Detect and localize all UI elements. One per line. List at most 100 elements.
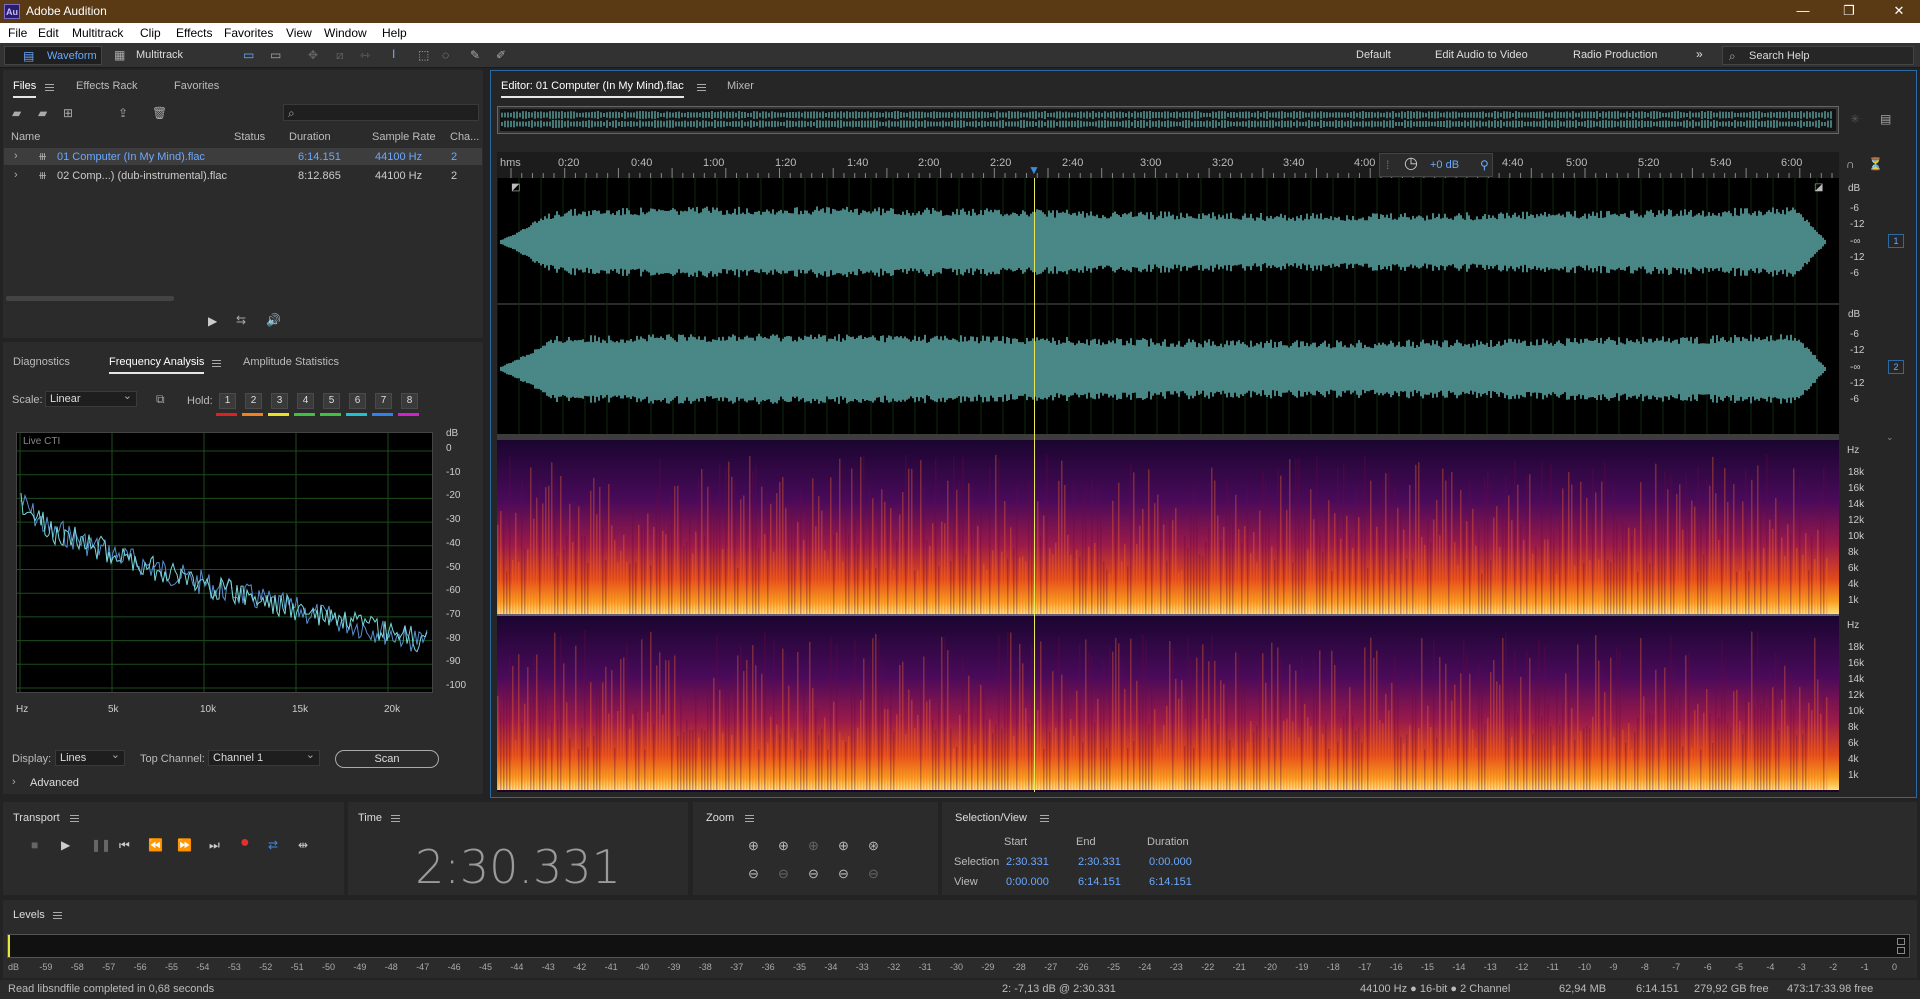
zoom-in-time-icon[interactable]: ⊕ [778,838,789,854]
zoom-out-point-icon[interactable]: ⊖ [868,866,879,882]
move-tool-icon[interactable]: ✥ [308,48,318,62]
waveform-view-button[interactable]: ▤ Waveform [4,46,102,65]
brush-tool-icon[interactable]: ✎ [470,48,480,62]
transport-menu-icon[interactable] [70,815,79,822]
selection-view-menu-icon[interactable] [1040,815,1049,822]
channel-1-toggle[interactable]: 1 [1888,234,1904,248]
hud-volume-value[interactable]: +0 dB [1430,159,1459,171]
levels-menu-icon[interactable] [53,912,62,919]
hold-button-2[interactable]: 2 [245,393,262,409]
new-file-icon[interactable]: ⊞ [63,106,73,120]
rewind-icon[interactable]: ⏪ [148,838,163,852]
hold-button-3[interactable]: 3 [271,393,288,409]
razor-tool-icon[interactable]: ⧄ [336,48,344,62]
snap-icon[interactable]: ∩ [1846,157,1855,171]
close-icon[interactable]: ✕ [1884,3,1914,19]
marquee-tool-icon[interactable]: ⬚ [418,48,429,62]
advanced-toggle[interactable]: Advanced [30,777,79,789]
tab-favorites[interactable]: Favorites [174,80,219,92]
zoom-out-selection-icon[interactable]: ⊖ [778,866,789,882]
zoom-in-point-icon[interactable]: ⊕ [838,838,849,854]
advanced-chevron-icon[interactable]: › [12,776,16,788]
hold-button-6[interactable]: 6 [349,393,366,409]
spectral-frequency-icon[interactable]: ▭ [243,48,254,62]
more-workspaces-icon[interactable]: » [1696,47,1703,61]
files-search-input[interactable]: ⌕ [283,104,479,121]
column-duration[interactable]: Duration [289,131,331,143]
auto-play-icon[interactable]: 🔊 [266,313,281,327]
skip-selection-icon[interactable]: ⇹ [298,838,308,852]
analysis-panel-menu-icon[interactable] [212,360,221,367]
hold-button-1[interactable]: 1 [219,393,236,409]
import-file-icon[interactable]: ▰ [38,106,47,120]
view-duration[interactable]: 6:14.151 [1149,876,1192,888]
workspace-edit-audio-to-video[interactable]: Edit Audio to Video [1435,49,1528,61]
menu-help[interactable]: Help [382,26,407,40]
divider-chevron-icon[interactable]: ⌄ [1886,430,1894,444]
open-file-icon[interactable]: ▰ [12,106,21,120]
time-selection-tool-icon[interactable]: I [392,47,395,61]
spectral-pitch-icon[interactable]: ▭ [270,48,281,62]
expand-chevron-icon[interactable]: › [14,169,18,181]
waveform-display[interactable] [497,178,1839,434]
top-channel-dropdown[interactable]: Channel 1 [208,750,320,766]
tab-editor[interactable]: Editor: 01 Computer (In My Mind).flac [501,80,684,92]
hold-button-5[interactable]: 5 [323,393,340,409]
tab-diagnostics[interactable]: Diagnostics [13,356,70,368]
restore-icon[interactable]: ❐ [1834,3,1864,19]
expand-chevron-icon[interactable]: › [14,150,18,162]
pause-icon[interactable]: ❚❚ [91,838,111,852]
marker-icon[interactable]: ⏳ [1868,157,1883,171]
slip-tool-icon[interactable]: ⇿ [360,48,370,62]
menu-effects[interactable]: Effects [176,26,212,40]
zoom-menu-icon[interactable] [745,815,754,822]
menu-clip[interactable]: Clip [140,26,161,40]
hold-button-7[interactable]: 7 [375,393,392,409]
tab-frequency-analysis[interactable]: Frequency Analysis [109,356,204,368]
tab-files[interactable]: Files [13,80,36,92]
minimize-icon[interactable]: — [1788,3,1818,18]
menu-multitrack[interactable]: Multitrack [72,26,123,40]
zoom-out-full-icon[interactable]: ⊖ [838,866,849,882]
column-channels[interactable]: Cha... [450,131,479,143]
zoom-reset-time-icon[interactable]: ⊛ [868,838,879,854]
selection-duration[interactable]: 0:00.000 [1149,856,1192,868]
delete-file-icon[interactable]: 🗑 [152,106,167,120]
menu-favorites[interactable]: Favorites [224,26,273,40]
column-name[interactable]: Name [11,131,40,143]
insert-into-multitrack-icon[interactable]: ⇪ [118,106,128,120]
workspace-radio-production[interactable]: Radio Production [1573,49,1657,61]
view-end[interactable]: 6:14.151 [1078,876,1121,888]
loop-preview-icon[interactable]: ⇆ [236,313,246,327]
play-preview-icon[interactable]: ▶ [208,314,217,328]
record-icon[interactable]: ● [240,836,250,850]
menu-window[interactable]: Window [324,26,367,40]
play-icon[interactable]: ▶ [61,838,70,852]
channel-2-toggle[interactable]: 2 [1888,360,1904,374]
overview-navigator[interactable] [497,106,1839,134]
menu-file[interactable]: File [8,26,27,40]
zoom-reset-icon[interactable]: ✳ [1850,112,1860,126]
files-scrollbar[interactable] [6,296,174,301]
column-sample-rate[interactable]: Sample Rate [372,131,436,143]
zoom-out-time-icon[interactable]: ⊖ [808,866,819,882]
overview-menu-icon[interactable]: ▤ [1880,112,1891,126]
move-to-next-icon[interactable]: ⏭ [209,838,220,852]
clip-fade-icon[interactable]: ◪ [1814,181,1823,195]
file-name[interactable]: 02 Comp...) (dub-instrumental).flac [57,170,227,182]
view-start[interactable]: 0:00.000 [1006,876,1049,888]
column-status[interactable]: Status [234,131,265,143]
multitrack-view-button[interactable]: ▦ Multitrack [108,46,206,65]
move-to-previous-icon[interactable]: ⏮ [119,838,130,852]
display-dropdown[interactable]: Lines [55,750,125,766]
editor-panel-menu-icon[interactable] [697,84,706,91]
tab-effects-rack[interactable]: Effects Rack [76,80,138,92]
files-panel-menu-icon[interactable] [45,84,54,91]
copy-icon[interactable]: ⧉ [156,392,165,406]
volume-knob-icon[interactable]: ◷ [1404,157,1418,171]
clip-indicator-right[interactable] [1897,947,1905,954]
lasso-tool-icon[interactable]: ◌ [442,48,449,62]
scan-button[interactable]: Scan [335,750,439,768]
scale-dropdown[interactable]: Linear [45,391,137,407]
clip-indicator-left[interactable] [1897,938,1905,945]
